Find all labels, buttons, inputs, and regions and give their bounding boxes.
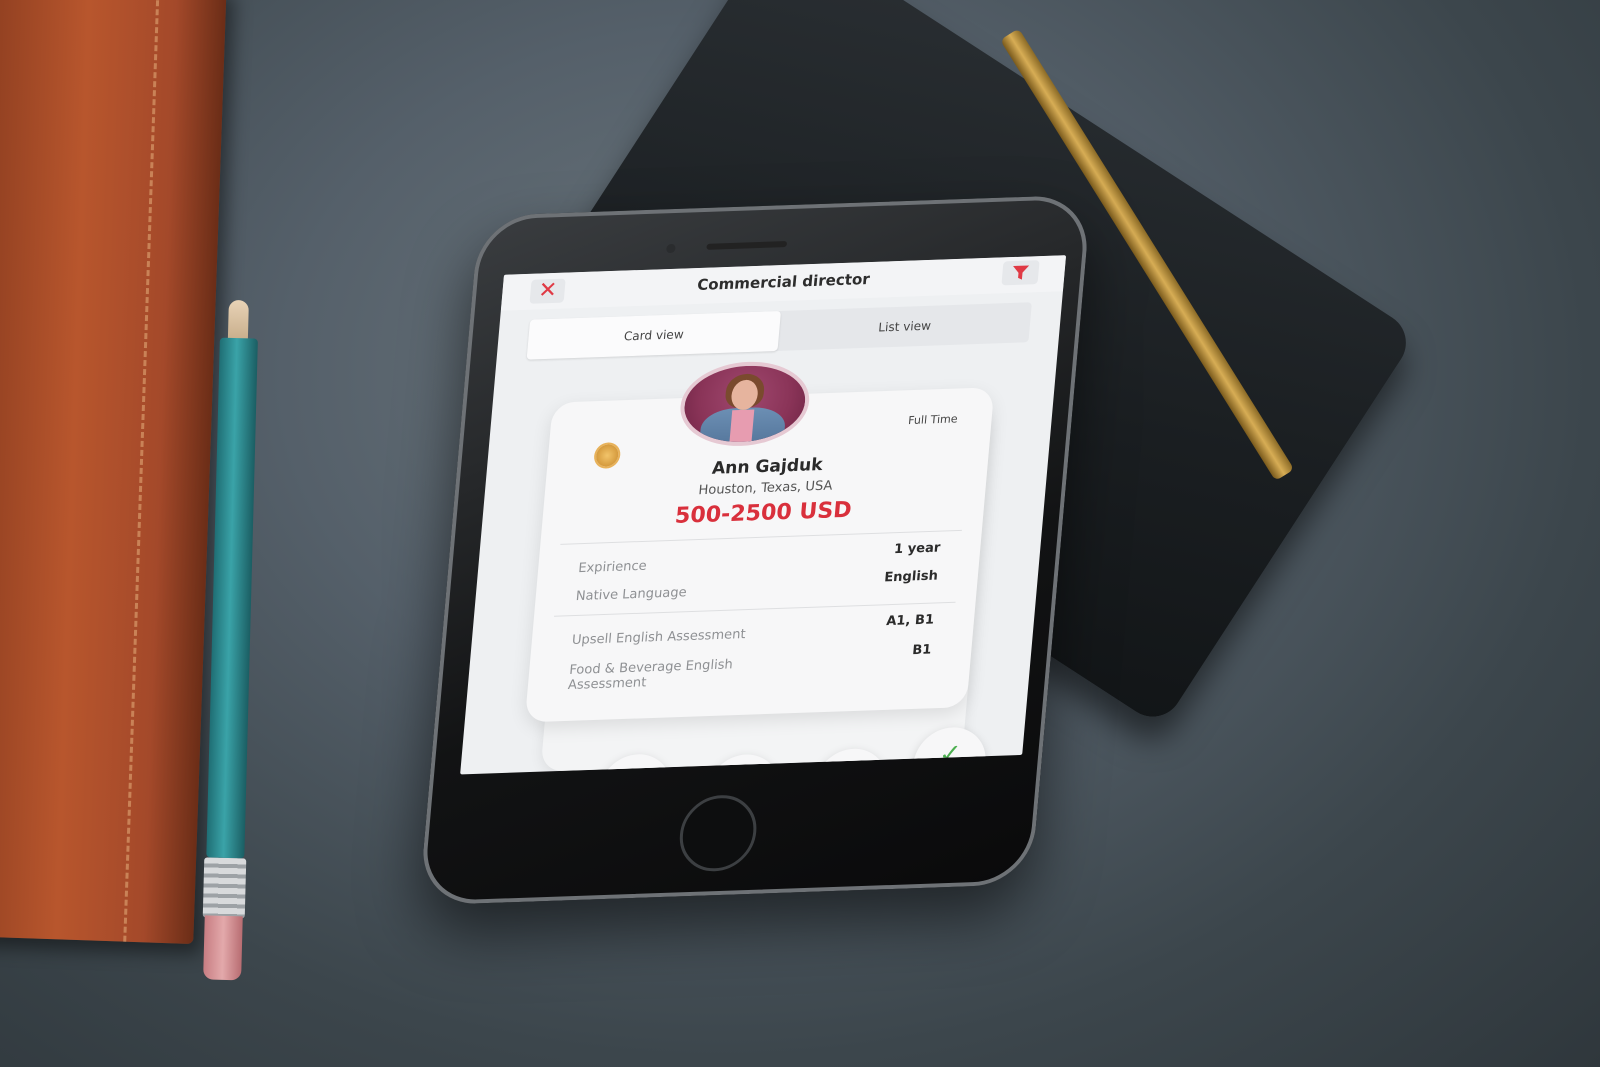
assessment-value: B1 <box>911 642 932 659</box>
check-icon: ✓ <box>937 739 963 770</box>
detail-label: Expirience <box>577 558 648 577</box>
home-button[interactable] <box>676 793 760 873</box>
employment-type: Full Time <box>907 412 959 428</box>
phone: ✕ Commercial director Card view List vie… <box>418 194 1092 906</box>
app-screen: ✕ Commercial director Card view List vie… <box>460 255 1067 775</box>
phone-mockup: ✕ Commercial director Card view List vie… <box>0 0 1600 1067</box>
assessment-label: Upsell English Assessment <box>571 627 747 649</box>
detail-value: English <box>883 568 939 586</box>
view-tabs: Card view List view <box>526 302 1032 360</box>
top-bar: ✕ Commercial director <box>500 255 1067 311</box>
filter-button[interactable] <box>1001 260 1040 286</box>
detail-label: Native Language <box>575 585 688 605</box>
filter-icon <box>1013 265 1030 280</box>
front-camera <box>666 243 676 254</box>
tab-list-view[interactable]: List view <box>777 302 1031 351</box>
page-title: Commercial director <box>696 269 871 294</box>
avatar-shirt <box>729 409 755 447</box>
assessment-value: A1, B1 <box>885 612 935 630</box>
tab-card-view[interactable]: Card view <box>526 310 782 360</box>
detail-value: 1 year <box>893 540 941 558</box>
assessment-label: Food & Beverage English Assessment <box>567 657 734 694</box>
speaker <box>706 241 788 250</box>
close-icon: ✕ <box>621 766 648 775</box>
